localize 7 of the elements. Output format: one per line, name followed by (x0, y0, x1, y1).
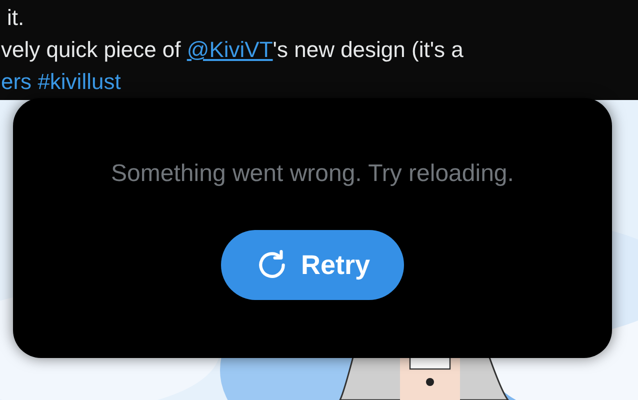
error-message: Something went wrong. Try reloading. (111, 160, 514, 188)
hashtag-link[interactable]: #kivillust (38, 69, 121, 94)
hashtag-link[interactable]: ers (1, 69, 32, 94)
tweet-text: vely quick piece of @KiviVT's new design (it's a (0, 36, 464, 64)
mention-link[interactable]: @KiviVT (186, 37, 273, 62)
tweet-text: it. (6, 4, 26, 32)
retry-button[interactable]: Retry (220, 230, 404, 300)
